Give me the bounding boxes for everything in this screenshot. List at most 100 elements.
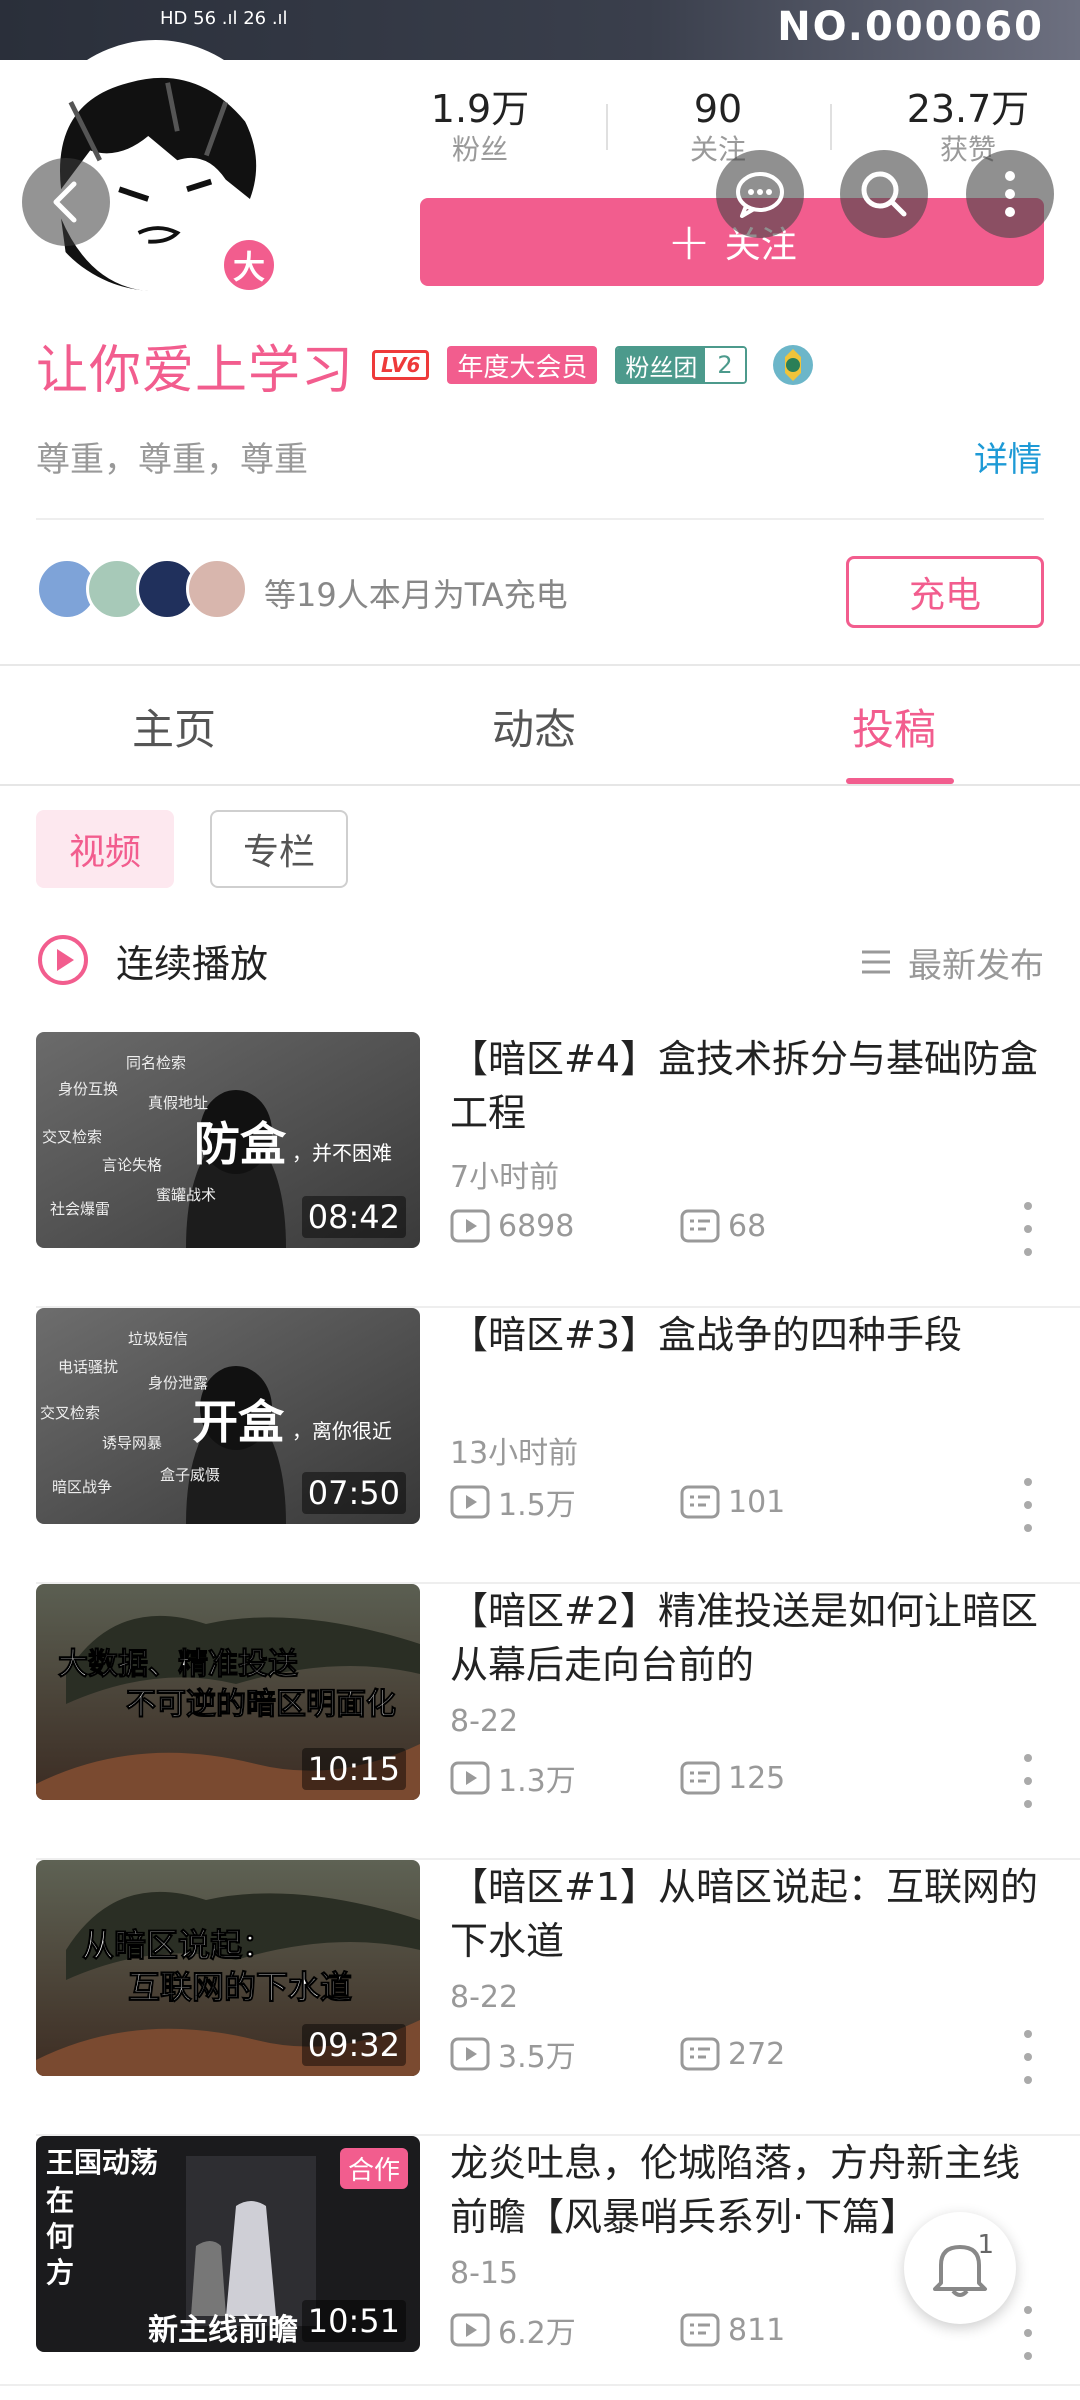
video-thumbnail[interactable]: 从暗区说起： 互联网的下水道 09:32 (36, 1860, 420, 2076)
video-title[interactable]: 【暗区#3】盒战争的四种手段 (450, 1308, 1050, 1416)
thumb-bottom-text: 新主线前瞻 (148, 2313, 298, 2348)
username: 让你爱上学习 (36, 340, 355, 401)
video-item[interactable]: 垃圾短信 电话骚扰 身份泄露 交叉检索 诱导网暴 盒子威慑 暗区战争 开盒 ，离… (0, 1308, 1080, 1584)
thumb-tag: 身份互换 (58, 1080, 118, 1098)
notification-count: 1 (977, 2230, 994, 2260)
banner-number: NO.000060 (777, 4, 1044, 50)
list-icon (862, 950, 890, 974)
stat-divider (606, 104, 608, 150)
chevron-left-icon (53, 181, 77, 223)
thumb-big-text: 开盒 (192, 1395, 285, 1449)
divider (0, 2384, 1080, 2386)
video-item[interactable]: 大数据、精准投送 不可逆的暗区明面化 10:15 【暗区#2】精准投送是如何让暗… (0, 1584, 1080, 1860)
danmaku-icon (680, 2037, 720, 2071)
search-button[interactable] (840, 150, 928, 238)
more-vertical-icon[interactable] (1016, 2030, 1040, 2084)
plus-icon: + (667, 212, 711, 272)
comments-count: 101 (728, 1484, 786, 1520)
video-thumbnail[interactable]: 王国动荡 在 何 方 新主线前瞻 合作 10:51 (36, 2136, 420, 2352)
thumb-line: 大数据、精准投送 (58, 1647, 298, 1682)
video-title[interactable]: 【暗区#2】精准投送是如何让暗区从幕后走向台前的 (450, 1584, 1050, 1692)
thumb-tag: 蜜罐战术 (156, 1186, 216, 1204)
comments-count: 272 (728, 2036, 786, 2072)
collab-badge: 合作 (339, 2148, 408, 2189)
comments-count: 125 (728, 1760, 786, 1796)
views-count: 3.5万 (498, 2040, 576, 2075)
video-title[interactable]: 【暗区#1】从暗区说起：互联网的下水道 (450, 1860, 1050, 1968)
thumb-small-text: ，离你很近 (292, 1419, 392, 1443)
video-comments: 101 (680, 1482, 785, 1522)
avatar-badge: 大 (220, 236, 278, 294)
video-comments: 68 (680, 1206, 766, 1246)
video-duration: 07:50 (301, 1472, 406, 1514)
play-count-icon (450, 2037, 490, 2071)
stat-divider (830, 104, 832, 150)
sort-label: 最新发布 (908, 945, 1044, 986)
details-link[interactable]: 详情 (974, 432, 1042, 481)
video-item[interactable]: 从暗区说起： 互联网的下水道 09:32 【暗区#1】从暗区说起：互联网的下水道… (0, 1860, 1080, 2136)
video-views: 6898 (450, 1206, 574, 1246)
thumb-line: 互联网的下水道 (128, 1968, 352, 2006)
subtab-videos[interactable]: 视频 (36, 810, 174, 888)
stat-fans[interactable]: 1.9万 粉丝 (380, 86, 580, 168)
play-count-icon (450, 2313, 490, 2347)
level-badge: LV6 (372, 350, 430, 380)
thumb-tag: 垃圾短信 (128, 1330, 188, 1348)
views-count: 1.3万 (498, 1764, 576, 1799)
fan-club-badge[interactable]: 粉丝团 2 (615, 346, 747, 384)
video-item[interactable]: 同名检索 身份互换 真假地址 交叉检索 言论失格 蜜罐战术 社会爆雷 防盒 ，并… (0, 1032, 1080, 1308)
continuous-play[interactable]: 连续播放 (36, 930, 268, 990)
views-count: 6.2万 (498, 2316, 576, 2351)
thumb-line: 从暗区说起： (82, 1926, 274, 1964)
thumb-tag: 暗区战争 (52, 1478, 112, 1496)
video-thumbnail[interactable]: 大数据、精准投送 不可逆的暗区明面化 10:15 (36, 1584, 420, 1800)
danmaku-icon (680, 1761, 720, 1795)
danmaku-icon (680, 2313, 720, 2347)
video-title[interactable]: 【暗区#4】盒技术拆分与基础防盒工程 (450, 1032, 1050, 1140)
thumb-vertical-text: 何 (46, 2220, 74, 2253)
stat-following[interactable]: 90 关注 (618, 86, 818, 168)
more-vertical-icon[interactable] (1016, 1754, 1040, 1808)
more-menu-button[interactable] (966, 150, 1054, 238)
thumb-line: 不可逆的暗区明面化 (126, 1687, 396, 1722)
thumb-tag: 诱导网暴 (102, 1434, 162, 1452)
thumb-tag: 交叉检索 (40, 1404, 100, 1422)
video-thumbnail[interactable]: 同名检索 身份互换 真假地址 交叉检索 言论失格 蜜罐战术 社会爆雷 防盒 ，并… (36, 1032, 420, 1248)
charger-avatars[interactable] (36, 558, 248, 624)
video-duration: 10:15 (301, 1748, 406, 1790)
thumb-vertical-text: 在 (46, 2184, 74, 2217)
more-vertical-icon[interactable] (1016, 2306, 1040, 2360)
thumb-small-text: ，并不困难 (292, 1141, 392, 1165)
thumb-tag: 身份泄露 (148, 1374, 208, 1392)
video-thumbnail[interactable]: 垃圾短信 电话骚扰 身份泄露 交叉检索 诱导网暴 盒子威慑 暗区战争 开盒 ，离… (36, 1308, 420, 1524)
video-time: 8-15 (450, 2256, 519, 2291)
notification-bell-button[interactable]: 1 (904, 2212, 1016, 2324)
tab-home[interactable]: 主页 (132, 696, 216, 757)
stat-likes-count: 23.7万 (906, 87, 1030, 131)
video-views: 3.5万 (450, 2034, 576, 2075)
fan-club-level: 2 (705, 348, 745, 382)
sort-button[interactable]: 最新发布 (860, 938, 1044, 986)
medal-icon[interactable] (771, 343, 815, 387)
user-signature: 尊重，尊重，尊重 (36, 440, 308, 480)
thumb-vertical-text: 王国动荡 (46, 2146, 158, 2179)
continuous-play-label: 连续播放 (116, 941, 269, 986)
thumb-tag: 社会爆雷 (50, 1200, 110, 1218)
chat-bubble-icon (736, 172, 784, 218)
tab-uploads[interactable]: 投稿 (852, 696, 936, 757)
thumb-big-text: 防盒 (194, 1117, 287, 1171)
message-button[interactable] (716, 150, 804, 238)
profile-tabs: 主页 动态 投稿 (0, 666, 1080, 786)
vip-badge[interactable]: 年度大会员 (447, 346, 598, 384)
back-button[interactable] (22, 158, 110, 246)
views-count: 6898 (498, 1208, 575, 1244)
play-circle-icon (38, 935, 88, 985)
more-vertical-icon[interactable] (1016, 1202, 1040, 1256)
charge-summary[interactable]: 等19人本月为TA充电 (264, 570, 568, 616)
status-bar-signal: HD 56 .ıl 26 .ıl (160, 8, 288, 29)
subtab-articles[interactable]: 专栏 (210, 810, 348, 888)
more-vertical-icon[interactable] (1016, 1478, 1040, 1532)
video-time: 7小时前 (450, 1160, 560, 1195)
tab-dynamic[interactable]: 动态 (492, 696, 576, 757)
charge-button[interactable]: 充电 (846, 556, 1044, 628)
